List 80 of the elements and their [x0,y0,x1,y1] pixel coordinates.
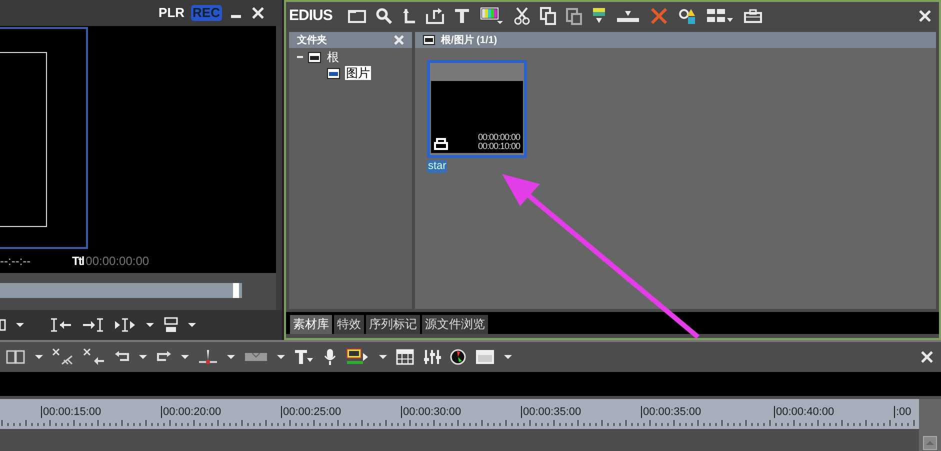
ruler-timecode: 00:00:30:00 [401,406,462,418]
play-range-icon[interactable] [114,318,136,332]
set-out-icon[interactable] [82,318,104,332]
deck-icon[interactable] [164,317,178,333]
folder-icon[interactable] [327,68,340,78]
caret-icon[interactable] [139,354,147,360]
grid-icon[interactable] [396,349,414,365]
copy-icon[interactable] [540,7,556,25]
panel-tab[interactable]: 序列标记 [366,315,420,334]
folder-item[interactable]: 图片 [345,66,371,80]
transition-icon[interactable] [244,352,268,362]
caret-icon[interactable] [188,322,196,328]
caret-icon[interactable] [35,354,43,360]
folder-icon[interactable] [308,52,321,62]
panel-tab[interactable]: 素材库 [290,315,332,334]
text-icon[interactable] [454,8,470,24]
caret-icon[interactable] [504,354,512,360]
still-image-icon [434,138,448,150]
folder-icon [423,35,435,45]
panel-tab[interactable]: 特效 [334,315,364,334]
mixer-icon[interactable] [423,349,441,365]
ruler-timecode: 00:00:35:00 [641,406,702,418]
search-icon[interactable] [376,8,392,24]
close-icon[interactable] [921,351,933,363]
paste-icon[interactable] [566,7,582,25]
export-icon[interactable] [346,348,370,366]
scrub-thumb[interactable] [233,283,240,298]
shapes-icon[interactable] [678,7,696,25]
scissors-icon[interactable] [514,7,530,25]
clip-thumbnail[interactable]: 00:00:00:00 00:00:10:00 [427,60,527,158]
clip-icon[interactable] [0,318,6,332]
total-label: Ttl [72,253,84,270]
title-text-icon[interactable] [294,349,314,365]
window-icon[interactable] [475,349,495,365]
caret-icon[interactable] [146,322,154,328]
scroll-up-icon[interactable] [923,436,937,450]
ruler-timecode: :00 [894,406,912,418]
razor-icon[interactable] [198,349,218,365]
clip-timecode: 00:00:10:00 [478,142,520,151]
caret-icon[interactable] [277,354,285,360]
caret-icon[interactable] [379,354,387,360]
delete-gap-icon[interactable] [83,348,105,366]
undo-icon[interactable] [114,351,130,363]
clip-name[interactable]: star [427,160,448,173]
folder-path: 根/图片 (1/1) [441,34,498,48]
app-title: EDIUS [289,6,332,26]
panel-tab[interactable]: 源文件浏览 [422,315,488,334]
toolbox-icon[interactable] [744,9,762,23]
import-icon[interactable] [426,8,444,24]
scrub-track[interactable] [0,283,242,298]
set-in-icon[interactable] [50,318,72,332]
caret-icon[interactable] [227,354,235,360]
folder-item[interactable]: 根 [326,50,340,64]
ruler-timecode: 00:00:25:00 [281,406,342,418]
pane-title: 文件夹 [297,34,327,48]
redo-icon[interactable] [156,351,172,363]
close-icon[interactable] [252,7,264,19]
ruler-timecode: 00:00:40:00 [774,406,834,418]
ruler-timecode: 00:00:15:00 [41,406,102,418]
clip-timecode: 00:00:00:00 [478,133,520,142]
up-arrow-icon[interactable] [402,8,416,24]
ripple-delete-icon[interactable] [52,348,74,366]
monitor-icon[interactable] [592,7,606,25]
grid-view-icon[interactable] [706,8,734,24]
time-ruler[interactable]: 00:00:15:00 00:00:20:00 00:00:25:00 00:00:30:00 00:00:35:00 00:00:35:00 00:00:40:00 :00 [0,399,919,429]
total-timecode: 00:00:00:00 [86,253,150,270]
sequence-icon[interactable] [6,350,26,364]
insert-line-icon[interactable] [616,9,640,23]
mode-tab[interactable]: PLR [156,5,187,21]
close-icon[interactable] [919,10,931,22]
ruler-timecode: 00:00:20:00 [161,406,222,418]
color-bars-icon[interactable] [480,7,504,25]
caret-icon[interactable] [16,322,24,328]
timecode: --:--:-- [0,253,32,270]
microphone-icon[interactable] [323,348,337,366]
color-wheel-icon[interactable] [450,349,466,365]
ruler-timecode: 00:00:35:00 [521,406,582,418]
delete-icon[interactable] [650,7,668,25]
caret-icon[interactable] [181,354,189,360]
ruler-ticks-icon [0,420,915,426]
